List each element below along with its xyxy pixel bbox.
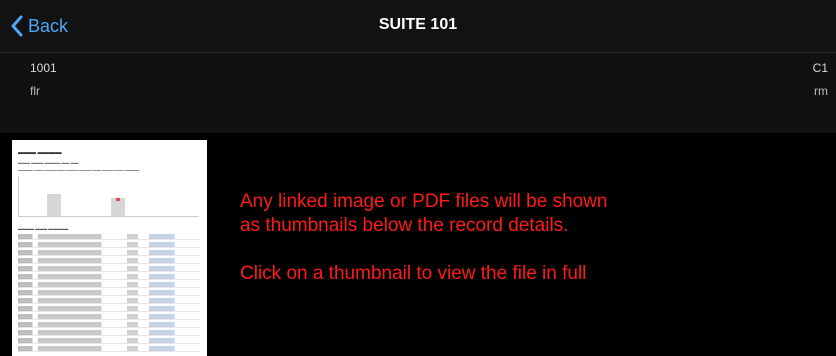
thumbnail-table xyxy=(18,234,200,354)
class-value: C1 xyxy=(812,61,828,75)
thumbnail-table-row xyxy=(18,306,200,312)
thumbnail-table-row xyxy=(18,242,200,248)
thumbnail-meta-line: ▬▬▬▬▬ ▬▬▬ ▬▬▬▬ ▬▬▬ ▬▬▬▬ ▬▬▬▬ ▬▬▬ ▬▬▬▬ ▬▬… xyxy=(18,168,140,172)
thumbnail-table-row xyxy=(18,266,200,272)
thumbnail-subtitle-line: ▬▬▬ ▬▬▬ ▬▬▬▬ ▬▬ ▬▬ xyxy=(18,160,79,165)
thumbnail-table-row xyxy=(18,322,200,328)
thumbnail-table-row xyxy=(18,346,200,352)
thumbnail-table-row xyxy=(18,314,200,320)
record-details: 1001 flr C1 rm xyxy=(0,53,836,133)
thumbnail-table-row xyxy=(18,338,200,344)
pdf-thumbnail[interactable]: ▬▬▬ ▬▬▬▬ ▬▬▬ ▬▬▬ ▬▬▬▬ ▬▬ ▬▬ ▬▬▬▬▬ ▬▬▬ ▬▬… xyxy=(12,140,207,356)
thumbnail-chart xyxy=(18,176,199,217)
thumbnail-table-row xyxy=(18,250,200,256)
thumbnail-chart-bar xyxy=(111,198,125,216)
thumbnail-table-row xyxy=(18,274,200,280)
room-label: rm xyxy=(814,84,828,98)
page-title: SUITE 101 xyxy=(378,16,458,33)
thumbnail-table-row xyxy=(18,234,200,240)
annotation-line-2: as thumbnails below the record details. xyxy=(240,215,569,236)
thumbnail-table-row xyxy=(18,290,200,296)
unit-value: 1001 xyxy=(30,61,57,75)
thumbnail-table-row xyxy=(18,282,200,288)
thumbnail-section-heading: ▬▬▬▬ ▬▬▬ ▬▬▬▬▬ xyxy=(18,226,69,231)
thumbnail-title-line: ▬▬▬ ▬▬▬▬ xyxy=(18,150,62,156)
thumbnail-table-row xyxy=(18,298,200,304)
thumbnail-chart-bar xyxy=(47,194,61,216)
navigation-bar: Back SUITE 101 xyxy=(0,0,836,53)
thumbnail-table-row xyxy=(18,330,200,336)
annotation-line-1: Any linked image or PDF files will be sh… xyxy=(240,191,608,212)
annotation-line-3: Click on a thumbnail to view the file in… xyxy=(240,263,587,284)
thumbnail-table-row xyxy=(18,258,200,264)
annotation-text: Any linked image or PDF files will be sh… xyxy=(240,190,820,286)
floor-label: flr xyxy=(30,84,40,98)
